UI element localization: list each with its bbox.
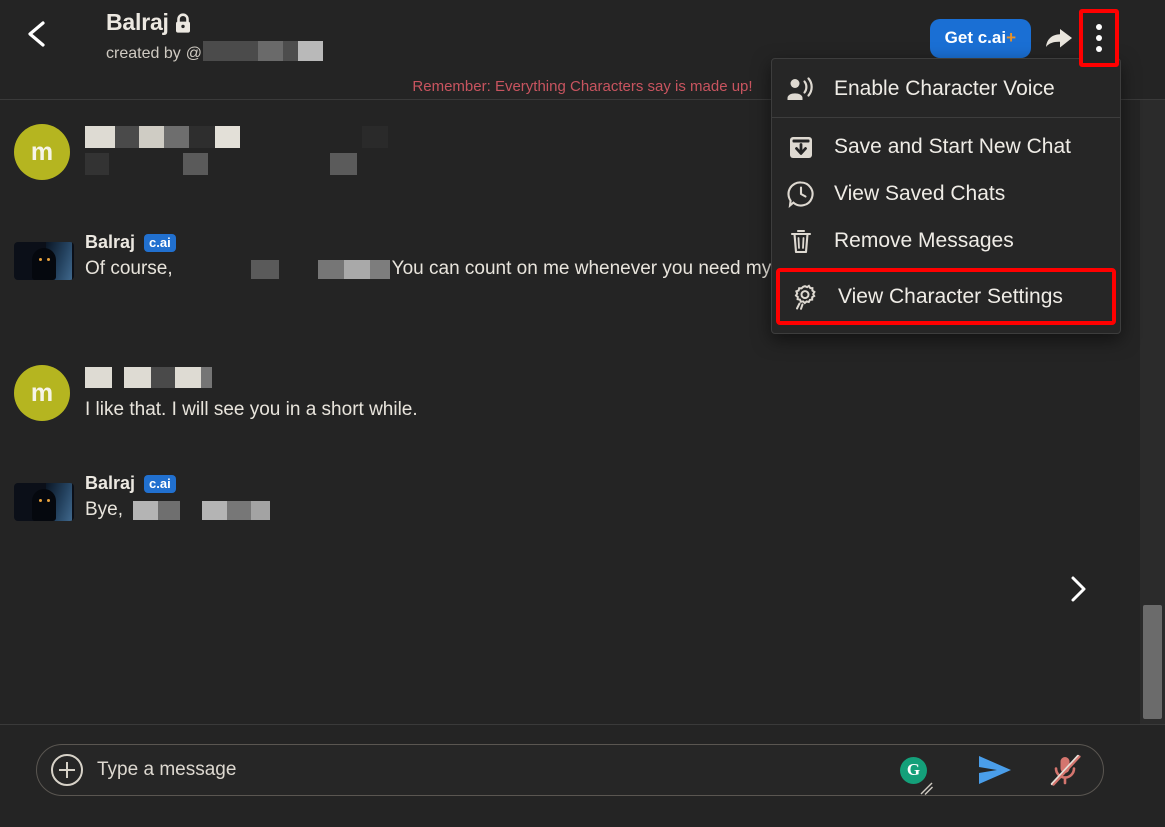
composer: G: [36, 744, 1104, 796]
character-name-row: Balraj: [106, 9, 323, 36]
share-button[interactable]: [1041, 22, 1077, 56]
save-inbox-icon: [786, 132, 816, 162]
user-avatar-letter: m: [14, 365, 70, 421]
menu-divider: [772, 117, 1120, 118]
created-by-label: created by: [106, 44, 181, 62]
created-by-row: created by @: [106, 41, 323, 66]
character-avatar-image: [14, 483, 74, 521]
plus-circle-icon[interactable]: [51, 754, 83, 786]
message-input[interactable]: [83, 745, 900, 795]
options-dropdown-menu: Enable Character Voice Save and Start Ne…: [771, 58, 1121, 334]
menu-item-label: Remove Messages: [834, 228, 1014, 252]
menu-item-label: View Saved Chats: [834, 181, 1006, 205]
menu-item-view-saved-chats[interactable]: View Saved Chats: [772, 170, 1120, 217]
user-avatar-letter: m: [14, 124, 70, 180]
message-sender-name: Balraj: [85, 232, 136, 252]
message-sender-name: Balraj: [85, 473, 136, 493]
person-voice-icon: [786, 74, 816, 104]
message-body: I like that. I will see you in a short w…: [85, 365, 1060, 422]
cai-plus-suffix: +: [1006, 28, 1016, 47]
message-text: Bye,: [85, 497, 975, 523]
scrollbar[interactable]: [1140, 100, 1165, 724]
message-text: I like that. I will see you in a short w…: [85, 399, 418, 420]
scrollbar-thumb[interactable]: [1143, 605, 1162, 719]
lock-icon: [175, 12, 190, 33]
page-title: Balraj: [106, 9, 169, 35]
menu-item-label: View Character Settings: [838, 284, 1063, 308]
trash-icon: [786, 226, 816, 256]
message-text-before: Of course,: [85, 258, 173, 280]
send-button[interactable]: [973, 750, 1017, 790]
character-title-block: Balraj created by @: [106, 9, 323, 66]
clock-history-icon: [786, 179, 816, 209]
avatar[interactable]: [14, 232, 74, 288]
composer-bar: G: [0, 724, 1165, 827]
more-options-icon: [1096, 24, 1102, 52]
message-text-before: Bye,: [85, 499, 124, 521]
menu-item-label: Save and Start New Chat: [834, 134, 1071, 158]
next-message-button[interactable]: [1062, 572, 1096, 606]
microphone-button[interactable]: [1043, 750, 1087, 790]
character-avatar-image: [14, 242, 74, 280]
menu-item-enable-character-voice[interactable]: Enable Character Voice: [772, 65, 1120, 112]
menu-item-remove-messages[interactable]: Remove Messages: [772, 217, 1120, 264]
more-options-button[interactable]: [1079, 9, 1119, 67]
chevron-left-icon: [28, 21, 45, 47]
grammarly-icon[interactable]: G: [900, 756, 927, 784]
gear-icon: [790, 282, 820, 312]
status-badge: c.ai: [144, 233, 176, 252]
send-icon: [979, 756, 1011, 784]
redacted-text-block: [85, 365, 1060, 393]
avatar[interactable]: m: [14, 124, 70, 180]
menu-item-label: Enable Character Voice: [834, 76, 1055, 100]
message-sender-row: Balraj c.ai: [85, 473, 1060, 494]
chevron-right-icon: [1071, 576, 1086, 602]
share-arrow-icon: [1046, 29, 1072, 48]
resize-handle-icon[interactable]: [920, 782, 934, 796]
grammarly-glyph: G: [906, 760, 921, 779]
get-cai-plus-button[interactable]: Get c.ai+: [929, 19, 1031, 58]
redacted-inline-block: [175, 256, 390, 282]
cai-plus-label: Get c.ai: [944, 28, 1007, 47]
avatar[interactable]: m: [14, 365, 70, 421]
microphone-muted-icon: [1050, 754, 1081, 786]
back-button[interactable]: [14, 12, 58, 56]
redacted-inline-block: [125, 497, 271, 523]
message-body: Balraj c.ai Bye,: [85, 473, 1060, 523]
chat-app-window: Balraj created by @ Remember: Everything…: [0, 0, 1165, 827]
status-badge: c.ai: [144, 474, 176, 493]
created-by-handle-prefix: @: [185, 44, 202, 62]
menu-item-save-and-start-new-chat[interactable]: Save and Start New Chat: [772, 123, 1120, 170]
created-by-redacted-block: [202, 41, 323, 66]
menu-item-view-character-settings[interactable]: View Character Settings: [776, 268, 1116, 325]
avatar[interactable]: [14, 473, 74, 529]
